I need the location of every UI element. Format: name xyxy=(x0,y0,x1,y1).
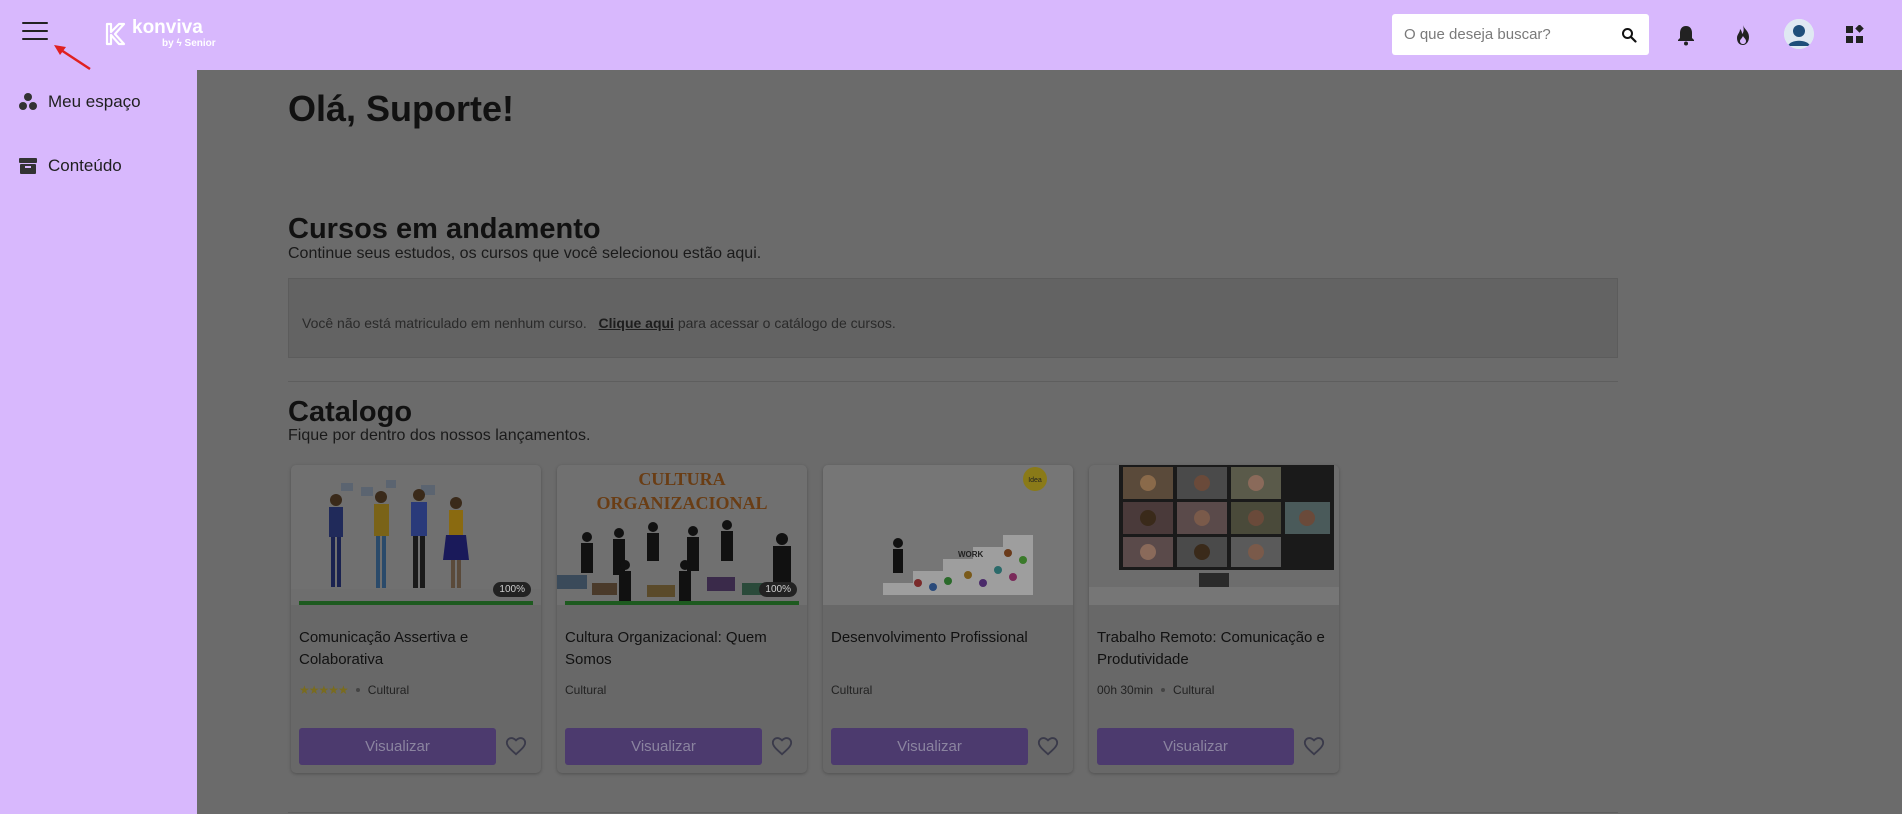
course-title[interactable]: Trabalho Remoto: Comunicação e Produtivi… xyxy=(1097,627,1331,671)
section-subtitle-catalog: Fique por dentro dos nossos lançamentos. xyxy=(288,427,591,444)
user-avatar[interactable] xyxy=(1784,19,1814,49)
view-course-button[interactable]: Visualizar xyxy=(831,728,1028,765)
no-courses-notice: Você não está matriculado em nenhum curs… xyxy=(288,278,1618,358)
view-course-button[interactable]: Visualizar xyxy=(1097,728,1294,765)
course-card[interactable]: 100% Comunicação Assertiva e Colaborativ… xyxy=(291,465,541,773)
catalog-link[interactable]: Clique aqui xyxy=(599,315,674,331)
course-category: Cultural xyxy=(1173,683,1215,697)
course-card[interactable]: Trabalho Remoto: Comunicação e Produtivi… xyxy=(1089,465,1339,773)
top-bar: konviva by ϟ Senior xyxy=(0,0,1902,71)
course-thumbnail xyxy=(1089,465,1339,605)
sidebar-item-label: Meu espaço xyxy=(48,92,141,111)
progress-badge: 100% xyxy=(493,582,531,597)
course-category: Cultural xyxy=(831,683,873,697)
section-title-in-progress: Cursos em andamento xyxy=(288,213,601,245)
section-title-catalog: Catalogo xyxy=(288,396,413,428)
thumbnail-text: CULTURA xyxy=(638,469,725,489)
rating-stars: ★★★★★ xyxy=(299,683,349,697)
course-thumbnail: 100% xyxy=(291,465,541,605)
course-meta: Cultural xyxy=(565,683,606,697)
notice-text-after: para acessar o catálogo de cursos. xyxy=(677,315,896,331)
course-thumbnail: CULTURA ORGANIZACIONAL 100% xyxy=(557,465,807,605)
thumbnail-text: ORGANIZACIONAL xyxy=(596,493,767,513)
search-input[interactable] xyxy=(1404,26,1621,43)
progress-bar xyxy=(299,601,533,605)
course-card[interactable]: WORK Idea Desenvolvimento Profissional C… xyxy=(823,465,1073,773)
thumbnail-text: WORK xyxy=(958,550,984,559)
progress-bar xyxy=(565,601,799,605)
progress-badge: 100% xyxy=(759,582,797,597)
bell-icon[interactable] xyxy=(1673,22,1699,48)
circles-icon xyxy=(19,93,37,110)
view-course-button[interactable]: Visualizar xyxy=(565,728,762,765)
page-greeting: Olá, Suporte! xyxy=(288,88,515,129)
divider xyxy=(288,812,1618,813)
hamburger-menu-icon[interactable] xyxy=(22,22,48,42)
sidebar-item-label: Conteúdo xyxy=(48,156,122,175)
view-course-button[interactable]: Visualizar xyxy=(299,728,496,765)
course-meta: ★★★★★ Cultural xyxy=(299,683,409,697)
thumbnail-text: Idea xyxy=(1028,477,1042,484)
course-title[interactable]: Cultura Organizacional: Quem Somos xyxy=(565,627,799,671)
course-meta: 00h 30min Cultural xyxy=(1097,683,1214,697)
heart-icon[interactable] xyxy=(1037,735,1059,757)
section-subtitle-in-progress: Continue seus estudos, os cursos que voc… xyxy=(288,245,762,262)
archive-icon xyxy=(19,158,37,174)
apps-grid-icon[interactable] xyxy=(1842,22,1868,48)
meta-separator xyxy=(1161,688,1166,692)
course-title[interactable]: Desenvolvimento Profissional xyxy=(831,627,1065,649)
course-category: Cultural xyxy=(367,683,410,697)
course-thumbnail: WORK Idea xyxy=(823,465,1073,605)
search-box xyxy=(1392,14,1649,55)
konviva-logo[interactable]: konviva by ϟ Senior xyxy=(104,18,216,50)
course-category: Cultural xyxy=(565,683,607,697)
flame-icon[interactable] xyxy=(1730,22,1756,48)
heart-icon[interactable] xyxy=(505,735,527,757)
course-title[interactable]: Comunicação Assertiva e Colaborativa xyxy=(299,627,533,671)
konviva-k-icon xyxy=(105,22,126,46)
heart-icon[interactable] xyxy=(1303,735,1325,757)
catalog-cards: 100% Comunicação Assertiva e Colaborativ… xyxy=(291,465,1355,773)
meta-separator xyxy=(355,688,360,692)
course-meta: Cultural xyxy=(831,683,872,697)
logo-name: konviva xyxy=(132,17,203,38)
course-duration: 00h 30min xyxy=(1097,683,1154,697)
divider xyxy=(288,381,1618,382)
logo-subtitle: by ϟ Senior xyxy=(162,38,216,49)
notice-text: Você não está matriculado em nenhum curs… xyxy=(302,315,587,331)
main-content-overlay[interactable]: Olá, Suporte! Cursos em andamento Contin… xyxy=(197,70,1902,814)
heart-icon[interactable] xyxy=(771,735,793,757)
sidebar-item-meu-espaco[interactable]: Meu espaço xyxy=(0,70,197,134)
search-icon[interactable] xyxy=(1621,27,1637,43)
red-arrow-annotation xyxy=(54,45,91,71)
sidebar: Meu espaço Conteúdo xyxy=(0,70,197,814)
sidebar-item-conteudo[interactable]: Conteúdo xyxy=(0,134,197,198)
course-card[interactable]: CULTURA ORGANIZACIONAL 100% Cultura Orga… xyxy=(557,465,807,773)
